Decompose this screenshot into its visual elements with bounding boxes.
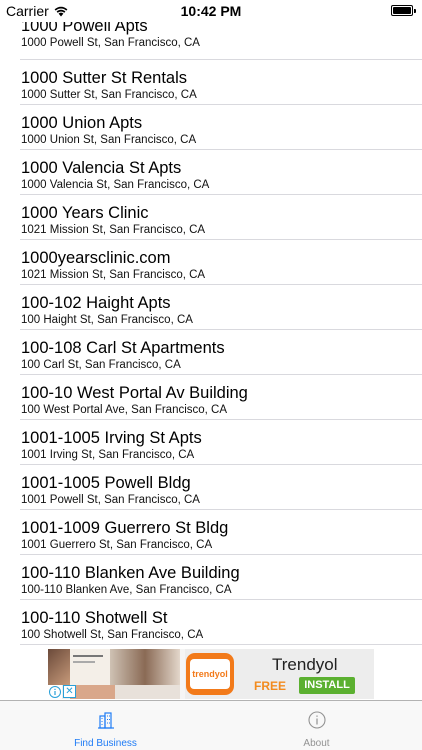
ad-info-icon[interactable]	[48, 685, 62, 699]
business-address: 1000 Powell St, San Francisco, CA	[21, 37, 200, 49]
status-bar: Carrier 10:42 PM	[0, 0, 422, 22]
business-address: 1001 Powell St, San Francisco, CA	[21, 494, 200, 506]
wifi-icon	[54, 6, 68, 16]
business-address: 100 Shotwell St, San Francisco, CA	[21, 629, 204, 641]
list-item[interactable]: 1000 Union Apts 1000 Union St, San Franc…	[20, 105, 422, 150]
info-icon	[307, 711, 326, 729]
tab-bar: Find Business About	[0, 700, 422, 750]
battery-icon	[391, 5, 416, 16]
business-list[interactable]: 1000 Powell Apts 1000 Powell St, San Fra…	[0, 22, 422, 649]
list-item[interactable]: 100-110 Shotwell St 100 Shotwell St, San…	[20, 600, 422, 645]
tab-find-business[interactable]: Find Business	[0, 701, 211, 750]
business-name: 100-10 West Portal Av Building	[21, 384, 248, 402]
business-address: 1021 Mission St, San Francisco, CA	[21, 224, 206, 236]
ad-app-name: Trendyol	[272, 655, 338, 674]
ad-price: FREE	[254, 679, 287, 693]
business-address: 1021 Mission St, San Francisco, CA	[21, 269, 206, 281]
business-address: 100 Haight St, San Francisco, CA	[21, 314, 193, 326]
business-name: 100-102 Haight Apts	[21, 294, 171, 312]
list-item[interactable]: 1000 Powell Apts 1000 Powell St, San Fra…	[20, 22, 422, 60]
ad-close-icon[interactable]: ✕	[63, 685, 76, 698]
business-address: 1001 Irving St, San Francisco, CA	[21, 449, 195, 461]
business-address: 100-110 Blanken Ave, San Francisco, CA	[21, 584, 232, 596]
business-name: 1000 Years Clinic	[21, 204, 149, 222]
business-address: 1000 Union St, San Francisco, CA	[21, 134, 197, 146]
carrier-info: Carrier	[6, 3, 68, 19]
list-item[interactable]: 1001-1009 Guerrero St Bldg 1001 Guerrero…	[20, 510, 422, 555]
tab-label: Find Business	[74, 738, 137, 749]
list-item[interactable]: 1000yearsclinic.com 1021 Mission St, San…	[20, 240, 422, 285]
ad-product-image	[110, 649, 180, 685]
list-item[interactable]: 1000 Sutter St Rentals 1000 Sutter St, S…	[20, 60, 422, 105]
ad-product-image	[115, 685, 180, 699]
clock-time: 10:42 PM	[180, 3, 242, 19]
ad-product-image	[70, 649, 110, 685]
list-item[interactable]: 100-108 Carl St Apartments 100 Carl St, …	[20, 330, 422, 375]
list-item[interactable]: 100-102 Haight Apts 100 Haight St, San F…	[20, 285, 422, 330]
list-item[interactable]: 1001-1005 Irving St Apts 1001 Irving St,…	[20, 420, 422, 465]
list-item[interactable]: 100-10 West Portal Av Building 100 West …	[20, 375, 422, 420]
business-address: 1001 Guerrero St, San Francisco, CA	[21, 539, 213, 551]
business-name: 1001-1009 Guerrero St Bldg	[21, 519, 229, 537]
building-icon	[97, 712, 114, 729]
business-name: 1000 Sutter St Rentals	[21, 69, 188, 87]
business-address: 100 West Portal Ave, San Francisco, CA	[21, 404, 228, 416]
business-name: 100-110 Blanken Ave Building	[21, 564, 240, 582]
business-name: 1000 Powell Apts	[21, 22, 148, 35]
business-name: 1000yearsclinic.com	[21, 249, 171, 267]
list-item[interactable]: 1000 Years Clinic 1021 Mission St, San F…	[20, 195, 422, 240]
ad-divider	[180, 649, 185, 699]
ad-app-logo: trendyol	[186, 653, 234, 695]
business-address: 1000 Valencia St, San Francisco, CA	[21, 179, 210, 191]
list-item[interactable]: 1001-1005 Powell Bldg 1001 Powell St, Sa…	[20, 465, 422, 510]
carrier-label: Carrier	[6, 3, 49, 19]
ad-banner[interactable]: ✕ trendyol Trendyol FREE INSTALL	[48, 649, 374, 699]
ad-product-image	[48, 649, 70, 685]
tab-about[interactable]: About	[211, 701, 422, 750]
business-address: 1000 Sutter St, San Francisco, CA	[21, 89, 197, 101]
business-name: 1000 Union Apts	[21, 114, 143, 132]
tab-label: About	[303, 738, 330, 749]
business-name: 1001-1005 Irving St Apts	[21, 429, 202, 447]
list-item[interactable]: 1000 Valencia St Apts 1000 Valencia St, …	[20, 150, 422, 195]
ad-install-button[interactable]: INSTALL	[299, 677, 355, 694]
business-address: 100 Carl St, San Francisco, CA	[21, 359, 181, 371]
business-name: 1000 Valencia St Apts	[21, 159, 182, 177]
ad-logo-text: trendyol	[190, 659, 230, 689]
ad-product-image	[70, 685, 115, 699]
list-item[interactable]: 100-110 Blanken Ave Building 100-110 Bla…	[20, 555, 422, 600]
business-name: 1001-1005 Powell Bldg	[21, 474, 191, 492]
business-name: 100-110 Shotwell St	[21, 609, 168, 627]
business-name: 100-108 Carl St Apartments	[21, 339, 225, 357]
